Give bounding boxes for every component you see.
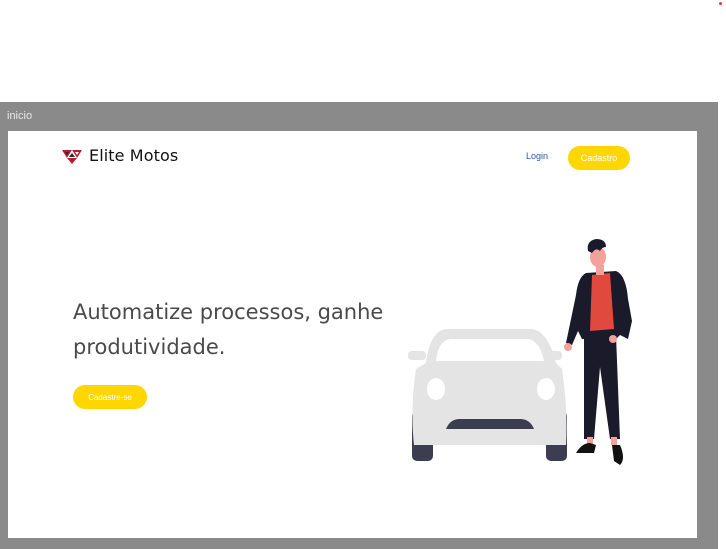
car-mirror-right xyxy=(544,351,562,360)
man-shirt xyxy=(590,273,614,331)
car-mirror-left xyxy=(408,351,426,360)
triangle-logo-icon xyxy=(62,149,82,164)
man-shoe-left xyxy=(576,443,596,453)
brand-name: Elite Motos xyxy=(89,146,179,165)
man-ankle-right xyxy=(611,437,617,445)
man-legs xyxy=(584,335,620,439)
brand-logo[interactable]: Elite Motos xyxy=(61,146,178,165)
cta-signup-button[interactable]: Cadastre-se xyxy=(73,385,147,409)
signup-button[interactable]: Cadastro xyxy=(568,146,630,170)
man-with-car-illustration xyxy=(408,239,632,465)
hero-title: Automatize processos, ganhe produtividad… xyxy=(73,300,384,359)
car-grille xyxy=(446,419,534,429)
car-headlight-left xyxy=(427,378,445,400)
man-hand-right xyxy=(609,335,617,343)
top-canvas-area xyxy=(0,0,726,102)
car-windshield xyxy=(436,339,544,361)
man-hand-left xyxy=(564,343,572,351)
car-headlight-right xyxy=(537,378,555,400)
frame-label[interactable]: inicio xyxy=(7,110,32,122)
man-shoe-right xyxy=(612,445,623,465)
corner-marker-dot xyxy=(719,2,722,5)
artboard-inicio[interactable]: Elite Motos Login Cadastro Automatize pr… xyxy=(8,131,697,538)
login-link[interactable]: Login xyxy=(515,151,559,161)
